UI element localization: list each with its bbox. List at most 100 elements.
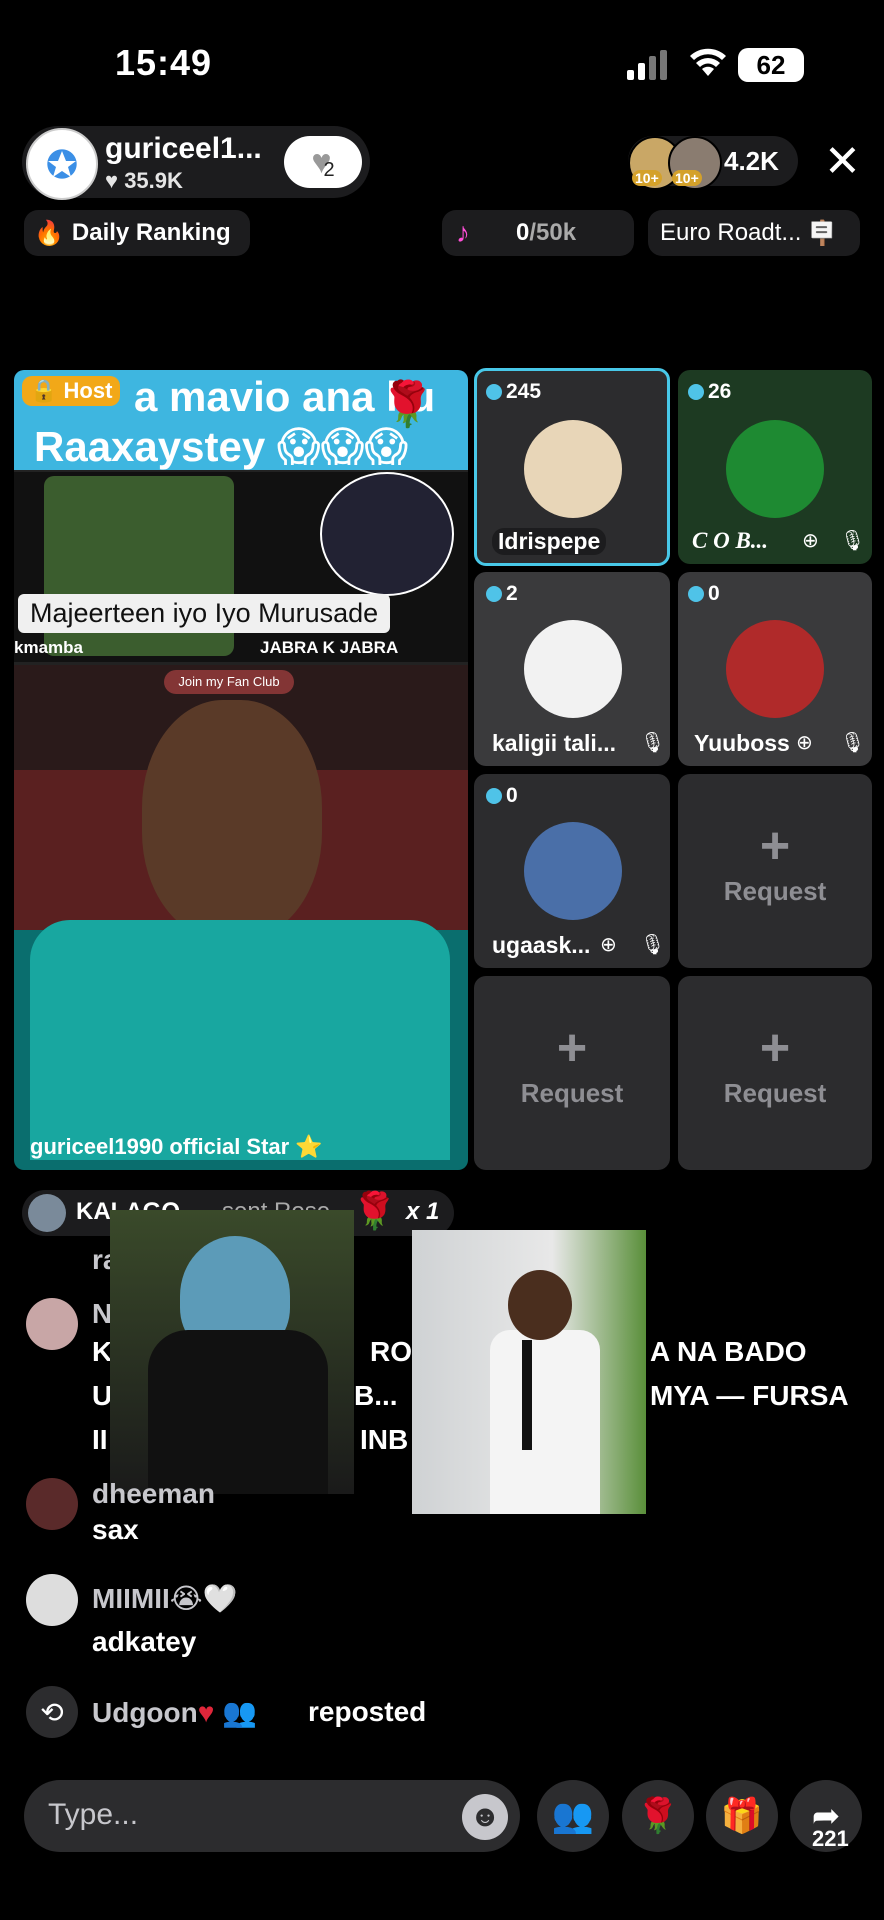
mic-off-icon[interactable]: 🎙 bbox=[640, 932, 665, 957]
photo-body bbox=[490, 1330, 600, 1514]
signpost-icon: 🪧 bbox=[807, 219, 838, 247]
guest-name: Idrispepe bbox=[492, 528, 607, 555]
plus-icon: + bbox=[556, 1019, 588, 1077]
battery-indicator: 62 bbox=[738, 48, 804, 82]
close-icon[interactable]: ✕ bbox=[824, 140, 861, 184]
guest-score: 2 bbox=[486, 582, 518, 606]
photo-head bbox=[508, 1270, 572, 1340]
chat-avatar[interactable] bbox=[26, 1574, 78, 1626]
add-icon[interactable]: ⊕ bbox=[802, 528, 819, 553]
chat-text: reposted bbox=[308, 1696, 427, 1727]
gift-multiplier: x 1 bbox=[406, 1198, 440, 1225]
chat-text: MYA — FURSA bbox=[650, 1380, 849, 1411]
host-tag-label: Host bbox=[63, 378, 113, 403]
plus-icon: + bbox=[759, 817, 791, 875]
request-slot[interactable]: + Request bbox=[678, 774, 872, 968]
request-label: Request bbox=[723, 876, 827, 906]
live-goal-pill[interactable]: ♪ 0/50k bbox=[442, 210, 634, 256]
guest-score-value: 245 bbox=[506, 380, 542, 403]
diamond-icon bbox=[688, 586, 704, 602]
host-video-label: guriceel1990 official Star ⭐ bbox=[30, 1134, 323, 1159]
music-note-icon: ♪ bbox=[456, 217, 470, 248]
photo-tie bbox=[522, 1340, 532, 1450]
host-avatar[interactable] bbox=[26, 128, 98, 200]
host-likes: ♥ 35.9K bbox=[105, 168, 183, 193]
viewer-count: 4.2K bbox=[724, 146, 779, 176]
goal-progress: 0 bbox=[516, 219, 530, 246]
like-button[interactable]: ♥ 2 bbox=[284, 136, 362, 188]
emoji-icon[interactable]: ☻ bbox=[462, 1794, 508, 1840]
chat-text: B... bbox=[354, 1380, 398, 1411]
euro-roadtrip-label: Euro Roadt... bbox=[660, 219, 802, 246]
guest-avatar bbox=[726, 620, 824, 718]
repost-icon: ⟲ bbox=[26, 1686, 78, 1738]
plus-icon: + bbox=[759, 1019, 791, 1077]
guest-score-value: 26 bbox=[708, 380, 732, 403]
comment-placeholder: Type... bbox=[48, 1798, 139, 1831]
guest-avatar bbox=[524, 420, 622, 518]
request-slot[interactable]: + Request bbox=[678, 976, 872, 1170]
diamond-icon bbox=[486, 384, 502, 400]
viewer-badge: 10+ bbox=[672, 170, 702, 186]
chat-avatar[interactable] bbox=[26, 1478, 78, 1530]
rose-icon: 🌹 bbox=[352, 1190, 397, 1231]
request-label: Request bbox=[520, 1078, 624, 1108]
guest-score: 26 bbox=[688, 380, 731, 404]
chat-username: MIIMII😭🤍 bbox=[92, 1583, 238, 1614]
guest-score-value: 2 bbox=[506, 582, 518, 605]
wifi-icon bbox=[690, 48, 726, 76]
request-label: Request bbox=[723, 1078, 827, 1108]
gift-icon[interactable]: 🎁 bbox=[706, 1780, 778, 1852]
euro-roadtrip-pill[interactable]: Euro Roadt... 🪧 bbox=[648, 210, 860, 256]
goal-target: /50k bbox=[529, 219, 577, 246]
overlay-caption: Majeerteen iyo Iyo Murusade bbox=[18, 594, 391, 633]
star-icon bbox=[48, 151, 76, 177]
rose-icon: 🌹 bbox=[380, 380, 435, 429]
request-slot[interactable]: + Request bbox=[474, 976, 670, 1170]
host-tag: 🔒 Host bbox=[22, 376, 121, 406]
mini-video-right bbox=[320, 472, 454, 596]
daily-ranking-label: Daily Ranking bbox=[71, 219, 231, 246]
fan-club-button[interactable]: Join my Fan Club bbox=[164, 670, 294, 694]
mic-off-icon[interactable]: 🎙 bbox=[840, 528, 865, 553]
daily-ranking-button[interactable]: 🔥 Daily Ranking bbox=[24, 210, 250, 256]
guest-name: kaligii tali... bbox=[492, 730, 616, 756]
chat-text: INB bbox=[360, 1424, 409, 1455]
guest-name: Yuuboss bbox=[694, 730, 790, 756]
rose-gift-icon[interactable]: 🌹 bbox=[622, 1780, 694, 1852]
host-likes-count: 35.9K bbox=[124, 168, 183, 193]
mic-off-icon[interactable]: 🎙 bbox=[640, 730, 665, 755]
mini-right-label: JABRA K JABRA bbox=[260, 638, 399, 657]
like-count: 2 bbox=[323, 158, 335, 181]
add-icon[interactable]: ⊕ bbox=[796, 730, 813, 755]
guest-score-value: 0 bbox=[708, 582, 720, 605]
diamond-icon bbox=[688, 384, 704, 400]
guest-avatar bbox=[726, 420, 824, 518]
diamond-icon bbox=[486, 586, 502, 602]
status-time: 15:49 bbox=[115, 42, 213, 83]
chat-text: adkatey bbox=[92, 1626, 197, 1657]
chat-username: dheeman bbox=[92, 1478, 215, 1509]
host-video-name: guriceel1990 official Star bbox=[30, 1134, 290, 1159]
mini-left-label: kmamba bbox=[14, 638, 83, 657]
banner-line2-text: Raaxaystey bbox=[34, 423, 266, 470]
chat-text: II bbox=[92, 1424, 108, 1455]
chat-text: A NA BADO bbox=[650, 1336, 807, 1367]
chat-username: Udgoon♥ 👥 bbox=[92, 1697, 258, 1728]
add-icon[interactable]: ⊕ bbox=[600, 932, 617, 957]
host-face bbox=[142, 700, 322, 940]
chat-avatar[interactable] bbox=[26, 1298, 78, 1350]
host-name: guriceel1... bbox=[105, 132, 262, 165]
chat-username-text: Udgoon bbox=[92, 1697, 198, 1728]
mic-off-icon[interactable]: 🎙 bbox=[840, 730, 865, 755]
host-shirt bbox=[30, 920, 450, 1160]
guests-icon[interactable]: 👥 bbox=[537, 1780, 609, 1852]
guest-name: C O B... bbox=[692, 528, 769, 553]
guest-score: 0 bbox=[486, 784, 518, 808]
guest-avatar bbox=[524, 620, 622, 718]
gift-sender-avatar bbox=[28, 1194, 66, 1232]
viewer-badge: 10+ bbox=[632, 170, 662, 186]
diamond-icon bbox=[486, 788, 502, 804]
chat-text: sax bbox=[92, 1514, 139, 1545]
guest-score-value: 0 bbox=[506, 784, 518, 807]
